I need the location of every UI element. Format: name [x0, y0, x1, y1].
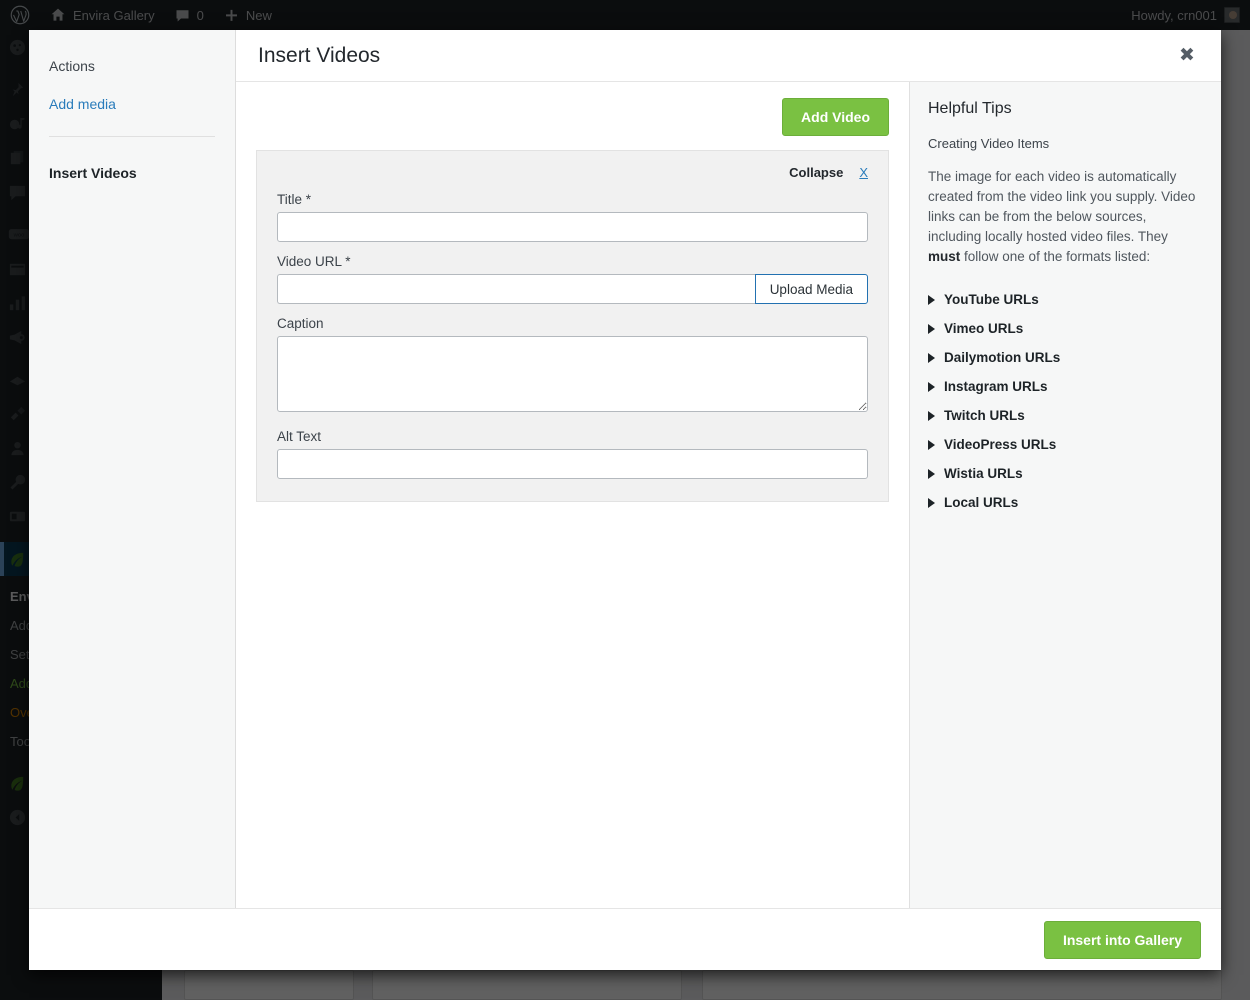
- close-icon[interactable]: ✖: [1169, 38, 1205, 74]
- tips-paragraph-part2: follow one of the formats listed:: [960, 249, 1151, 264]
- accordion-label: Wistia URLs: [944, 466, 1023, 481]
- insert-into-gallery-button[interactable]: Insert into Gallery: [1043, 920, 1201, 959]
- modal-main-column: Insert Videos ✖ Add Video Collapse X Tit…: [236, 30, 1221, 908]
- accordion-item-wistia[interactable]: Wistia URLs: [928, 459, 1197, 488]
- form-toolbar: Add Video: [256, 98, 889, 150]
- caret-right-icon: [928, 323, 935, 334]
- caret-right-icon: [928, 497, 935, 508]
- accordion-item-youtube[interactable]: YouTube URLs: [928, 285, 1197, 314]
- accordion-item-instagram[interactable]: Instagram URLs: [928, 372, 1197, 401]
- video-url-field-group: Video URL * Upload Media: [277, 254, 868, 304]
- caption-field-group: Caption: [277, 316, 868, 417]
- remove-video-button[interactable]: X: [859, 165, 868, 180]
- accordion-label: YouTube URLs: [944, 292, 1039, 307]
- video-form-pane: Add Video Collapse X Title * Video URL *…: [236, 82, 909, 908]
- upload-media-button[interactable]: Upload Media: [754, 274, 868, 304]
- modal-header: Insert Videos ✖: [236, 30, 1221, 82]
- alt-text-input[interactable]: [277, 449, 868, 479]
- caret-right-icon: [928, 381, 935, 392]
- accordion-item-twitch[interactable]: Twitch URLs: [928, 401, 1197, 430]
- title-input[interactable]: [277, 212, 868, 242]
- url-formats-accordion: YouTube URLs Vimeo URLs Dailymotion URLs: [928, 285, 1197, 517]
- insert-videos-modal: Actions Add media Insert Videos Insert V…: [29, 30, 1221, 970]
- caret-right-icon: [928, 468, 935, 479]
- accordion-label: Instagram URLs: [944, 379, 1048, 394]
- page-title: Insert Videos: [258, 43, 381, 67]
- modal-footer: Insert into Gallery: [29, 908, 1221, 970]
- modal-actions-sidebar: Actions Add media Insert Videos: [29, 30, 236, 908]
- tips-title: Helpful Tips: [928, 100, 1012, 117]
- accordion-label: Vimeo URLs: [944, 321, 1024, 336]
- alt-text-label: Alt Text: [277, 429, 322, 444]
- caret-right-icon: [928, 352, 935, 363]
- accordion-label: Local URLs: [944, 495, 1019, 510]
- video-url-row: Upload Media: [277, 274, 868, 304]
- accordion-item-vimeo[interactable]: Vimeo URLs: [928, 314, 1197, 343]
- modal-body: Actions Add media Insert Videos Insert V…: [29, 30, 1221, 908]
- modal-columns: Add Video Collapse X Title * Video URL *…: [236, 82, 1221, 908]
- accordion-label: VideoPress URLs: [944, 437, 1057, 452]
- caret-right-icon: [928, 410, 935, 421]
- alt-text-field-group: Alt Text: [277, 429, 868, 479]
- collapse-button[interactable]: Collapse: [789, 165, 843, 180]
- add-video-button[interactable]: Add Video: [782, 98, 889, 136]
- sidebar-divider: [49, 136, 215, 137]
- video-item-card: Collapse X Title * Video URL * Upload Me…: [256, 150, 889, 502]
- caret-right-icon: [928, 294, 935, 305]
- title-field-group: Title *: [277, 192, 868, 242]
- tips-paragraph-part1: The image for each video is automaticall…: [928, 169, 1196, 244]
- tips-subtitle: Creating Video Items: [928, 136, 1050, 151]
- sidebar-item-insert-videos[interactable]: Insert Videos: [49, 165, 215, 181]
- caption-label: Caption: [277, 316, 324, 331]
- accordion-label: Dailymotion URLs: [944, 350, 1061, 365]
- helpful-tips-pane: Helpful Tips Creating Video Items The im…: [909, 82, 1221, 908]
- video-url-input[interactable]: [277, 274, 755, 304]
- accordion-item-local[interactable]: Local URLs: [928, 488, 1197, 517]
- video-url-label: Video URL *: [277, 254, 351, 269]
- tips-paragraph: The image for each video is automaticall…: [928, 167, 1197, 267]
- caret-right-icon: [928, 439, 935, 450]
- actions-heading: Actions: [49, 58, 95, 74]
- accordion-item-videopress[interactable]: VideoPress URLs: [928, 430, 1197, 459]
- caption-textarea[interactable]: [277, 336, 868, 412]
- accordion-label: Twitch URLs: [944, 408, 1025, 423]
- accordion-item-dailymotion[interactable]: Dailymotion URLs: [928, 343, 1197, 372]
- sidebar-item-add-media[interactable]: Add media: [49, 96, 215, 112]
- video-card-toolbar: Collapse X: [277, 165, 868, 180]
- title-label: Title *: [277, 192, 312, 207]
- tips-paragraph-emphasis: must: [928, 249, 961, 264]
